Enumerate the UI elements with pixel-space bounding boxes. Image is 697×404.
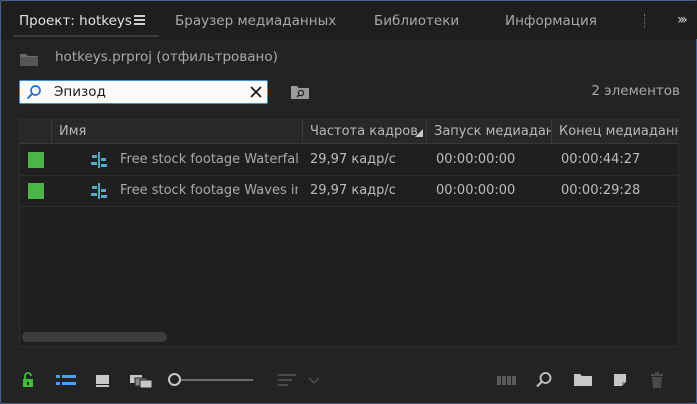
panel-tab-bar: Проект: hotkeys Браузер медиаданных Библ… [2,1,697,39]
icon-view-icon[interactable] [95,371,111,389]
item-media-end: 00:00:29:28 [561,183,641,198]
project-title: hotkeys.prproj (отфильтровано) [55,49,278,65]
item-name[interactable]: Free stock footage Waves in [120,183,298,198]
label-color-chip[interactable] [28,152,44,168]
new-item-icon[interactable] [611,371,629,389]
column-header-media-start[interactable]: Запуск медиадан [426,120,551,144]
tab-info[interactable]: Информация [505,12,597,30]
item-media-start: 00:00:00:00 [436,152,516,167]
tab-separator [644,14,648,28]
search-value[interactable]: Эпизод [54,84,106,100]
search-input[interactable]: Эпизод [19,80,268,104]
sort-indicator-icon [415,129,423,137]
item-media-start: 00:00:00:00 [436,183,516,198]
automate-to-sequence-icon[interactable] [496,371,518,389]
table-row[interactable]: Free stock footage Waves in 29,97 кадр/с… [20,176,678,207]
item-framerate: 29,97 кадр/с [310,183,396,198]
active-tab-indicator [13,35,159,37]
new-bin-icon[interactable] [573,371,593,389]
zoom-slider-thumb[interactable] [168,373,181,386]
zoom-slider-track[interactable] [179,379,253,381]
sequence-icon [91,152,107,168]
double-chevron-right-icon[interactable]: ››› [677,12,688,28]
search-icon [26,85,41,100]
tab-media-browser[interactable]: Браузер медиаданных [175,12,336,30]
freeform-view-icon[interactable] [129,371,153,389]
tab-libraries[interactable]: Библиотеки [374,12,459,30]
project-items-table: Имя Частота кадров Запуск медиадан Конец… [19,119,679,347]
project-panel: Проект: hotkeys Браузер медиаданных Библ… [0,0,697,404]
label-color-chip[interactable] [28,183,44,199]
column-header-framerate[interactable]: Частота кадров [302,120,426,144]
table-row[interactable]: Free stock footage Waterfal 29,97 кадр/с… [20,145,678,176]
column-header-name[interactable]: Имя [51,120,302,144]
folder-up-icon[interactable] [19,51,39,67]
item-name[interactable]: Free stock footage Waterfal [120,152,298,167]
item-count-label: 2 элементов [591,83,680,99]
bin-search-icon[interactable] [291,85,309,99]
close-icon[interactable] [247,83,265,101]
table-header: Имя Частота кадров Запуск медиадан Конец… [20,120,678,144]
chevron-down-icon[interactable] [307,371,321,389]
sort-icons-icon[interactable] [277,371,297,389]
item-framerate: 29,97 кадр/с [310,152,396,167]
horizontal-scrollbar[interactable] [22,332,167,342]
sequence-icon [91,183,107,199]
trash-icon[interactable] [649,371,665,389]
tab-project[interactable]: Проект: hotkeys [19,12,132,30]
hamburger-menu-icon[interactable] [134,15,145,25]
lock-icon[interactable] [21,371,35,389]
item-media-end: 00:00:44:27 [561,152,641,167]
column-header-media-end[interactable]: Конец медиаданн [551,120,678,144]
find-icon[interactable] [535,371,553,389]
label-column-header[interactable] [20,120,51,144]
list-view-icon[interactable] [55,371,77,389]
